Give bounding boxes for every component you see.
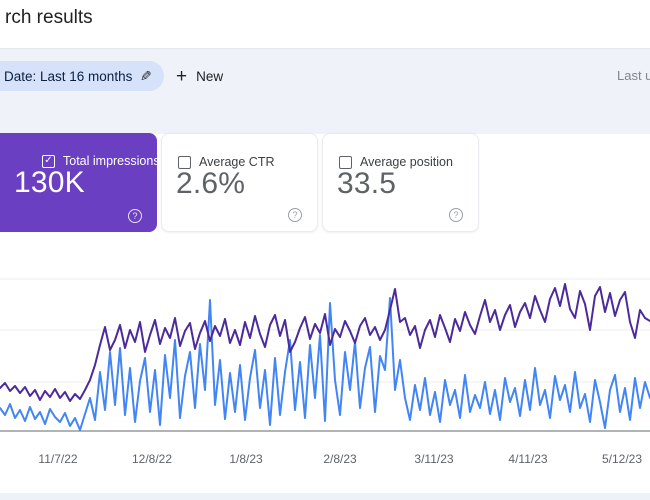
x-axis-label: 5/12/23 [601, 452, 643, 466]
x-axis-label: 2/8/23 [323, 452, 357, 466]
new-filter-label: New [196, 68, 224, 84]
help-icon[interactable]: ? [128, 209, 142, 223]
card-average-position[interactable]: Average position 33.5 ? [322, 133, 479, 232]
card-value: 130K [14, 166, 85, 199]
card-value: 33.5 [337, 167, 397, 200]
new-filter-button[interactable]: + New [176, 63, 223, 89]
search-console-performance-screen: rch results Date: Last 16 months ✎ + New… [0, 0, 650, 500]
page-header: rch results [0, 0, 650, 48]
help-icon[interactable]: ? [288, 208, 302, 222]
card-value: 2.6% [176, 167, 246, 200]
x-axis-label: 11/7/22 [38, 452, 78, 466]
x-axis-label: 3/11/23 [414, 452, 454, 466]
next-section-edge [0, 493, 650, 500]
date-filter-label: Date: Last 16 months [4, 68, 133, 84]
purple-line [0, 283, 650, 402]
page-title: rch results [5, 7, 93, 28]
card-total-impressions[interactable]: ✓ Total impressions 130K ? [0, 133, 160, 232]
x-axis-label: 1/8/23 [229, 452, 263, 466]
filter-bar: Date: Last 16 months ✎ + New Last u [0, 48, 650, 134]
edit-pencil-icon[interactable]: ✎ [140, 68, 152, 85]
x-axis-label: 4/11/23 [508, 452, 548, 466]
help-icon[interactable]: ? [449, 208, 463, 222]
card-average-ctr[interactable]: Average CTR 2.6% ? [161, 133, 318, 232]
date-filter-chip[interactable]: Date: Last 16 months ✎ [0, 61, 165, 91]
metric-cards-row: ✓ Total impressions 130K ? Average CTR 2… [0, 133, 650, 232]
last-updated-text: Last u [617, 68, 650, 83]
x-axis-labels: 11/7/22 12/8/22 1/8/23 2/8/23 3/11/23 4/11/23… [0, 452, 650, 472]
x-axis-label: 12/8/22 [131, 452, 173, 466]
plus-icon: + [176, 65, 188, 87]
performance-line-chart[interactable] [0, 245, 650, 445]
